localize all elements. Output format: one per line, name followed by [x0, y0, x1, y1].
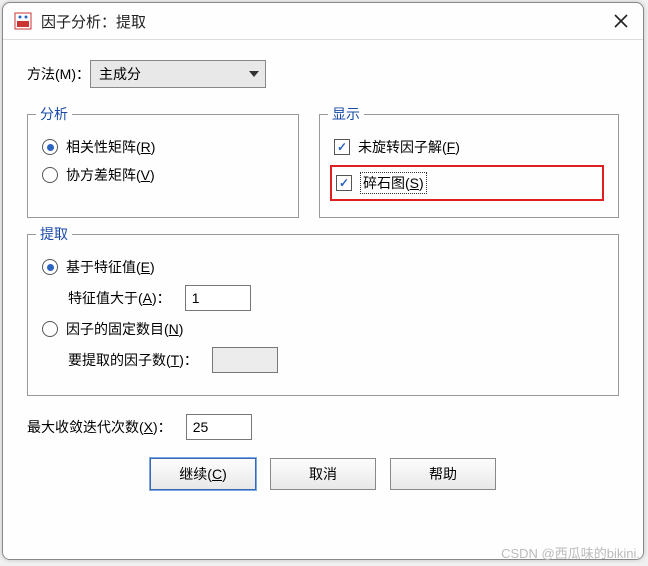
fixed-sub-row: 要提取的因子数(T)：: [68, 347, 604, 373]
scree-highlight: 碎石图(S): [330, 165, 604, 201]
method-row: 方法(M)： 主成分: [27, 60, 619, 88]
radio-icon: [42, 139, 58, 155]
continue-button[interactable]: 继续(C): [150, 458, 256, 490]
watermark: CSDN @西瓜味的bikini.: [501, 543, 640, 562]
chevron-down-icon: [249, 71, 259, 77]
eigen-input[interactable]: [185, 285, 251, 311]
iterations-label: 最大收敛迭代次数(X)：: [27, 417, 172, 437]
checkbox-icon: [334, 139, 350, 155]
method-value: 主成分: [99, 64, 249, 84]
cancel-button[interactable]: 取消: [270, 458, 376, 490]
group-display: 显示 未旋转因子解(F) 碎石图(S): [319, 114, 619, 218]
check-scree-label: 碎石图(S): [360, 172, 427, 194]
radio-fixed[interactable]: 因子的固定数目(N): [42, 319, 604, 339]
check-unrotated-label: 未旋转因子解(F): [358, 137, 460, 157]
group-extract: 提取 基于特征值(E) 特征值大于(A)： 因子的固定数目(N) 要提取的因子数…: [27, 234, 619, 396]
close-button[interactable]: [609, 9, 633, 33]
method-label: 方法(M)：: [27, 64, 90, 84]
iterations-row: 最大收敛迭代次数(X)：: [27, 414, 619, 440]
help-button[interactable]: 帮助: [390, 458, 496, 490]
checkbox-icon: [336, 175, 352, 191]
title-bar: 因子分析：提取: [3, 3, 643, 40]
fixed-sub-label: 要提取的因子数(T)：: [68, 350, 198, 370]
iterations-input[interactable]: [186, 414, 252, 440]
radio-correlation-label: 相关性矩阵(R): [66, 137, 155, 157]
radio-covariance-label: 协方差矩阵(V): [66, 165, 155, 185]
method-dropdown[interactable]: 主成分: [90, 60, 266, 88]
radio-covariance[interactable]: 协方差矩阵(V): [42, 165, 284, 185]
radio-icon: [42, 259, 58, 275]
window-title: 因子分析：提取: [41, 11, 609, 32]
check-scree[interactable]: 碎石图(S): [336, 172, 596, 194]
radio-correlation[interactable]: 相关性矩阵(R): [42, 137, 284, 157]
dialog-window: 因子分析：提取 方法(M)： 主成分 分析 相关性矩阵(R): [2, 2, 644, 560]
fixed-input: [212, 347, 278, 373]
button-row: 继续(C) 取消 帮助: [27, 458, 619, 490]
top-panels: 分析 相关性矩阵(R) 协方差矩阵(V) 显示 未旋转因子解(F): [27, 108, 619, 218]
eigen-sub-label: 特征值大于(A)：: [68, 288, 171, 308]
radio-icon: [42, 321, 58, 337]
group-analyze: 分析 相关性矩阵(R) 协方差矩阵(V): [27, 114, 299, 218]
radio-eigen-label: 基于特征值(E): [66, 257, 155, 277]
radio-eigen[interactable]: 基于特征值(E): [42, 257, 604, 277]
eigen-sub-row: 特征值大于(A)：: [68, 285, 604, 311]
group-analyze-legend: 分析: [36, 104, 72, 124]
check-unrotated[interactable]: 未旋转因子解(F): [334, 137, 604, 157]
group-display-legend: 显示: [328, 104, 364, 124]
close-icon: [614, 14, 628, 28]
app-icon: [13, 11, 33, 31]
radio-icon: [42, 167, 58, 183]
radio-fixed-label: 因子的固定数目(N): [66, 319, 183, 339]
group-extract-legend: 提取: [36, 224, 72, 244]
dialog-content: 方法(M)： 主成分 分析 相关性矩阵(R) 协方差矩阵(V) 显示: [3, 40, 643, 559]
